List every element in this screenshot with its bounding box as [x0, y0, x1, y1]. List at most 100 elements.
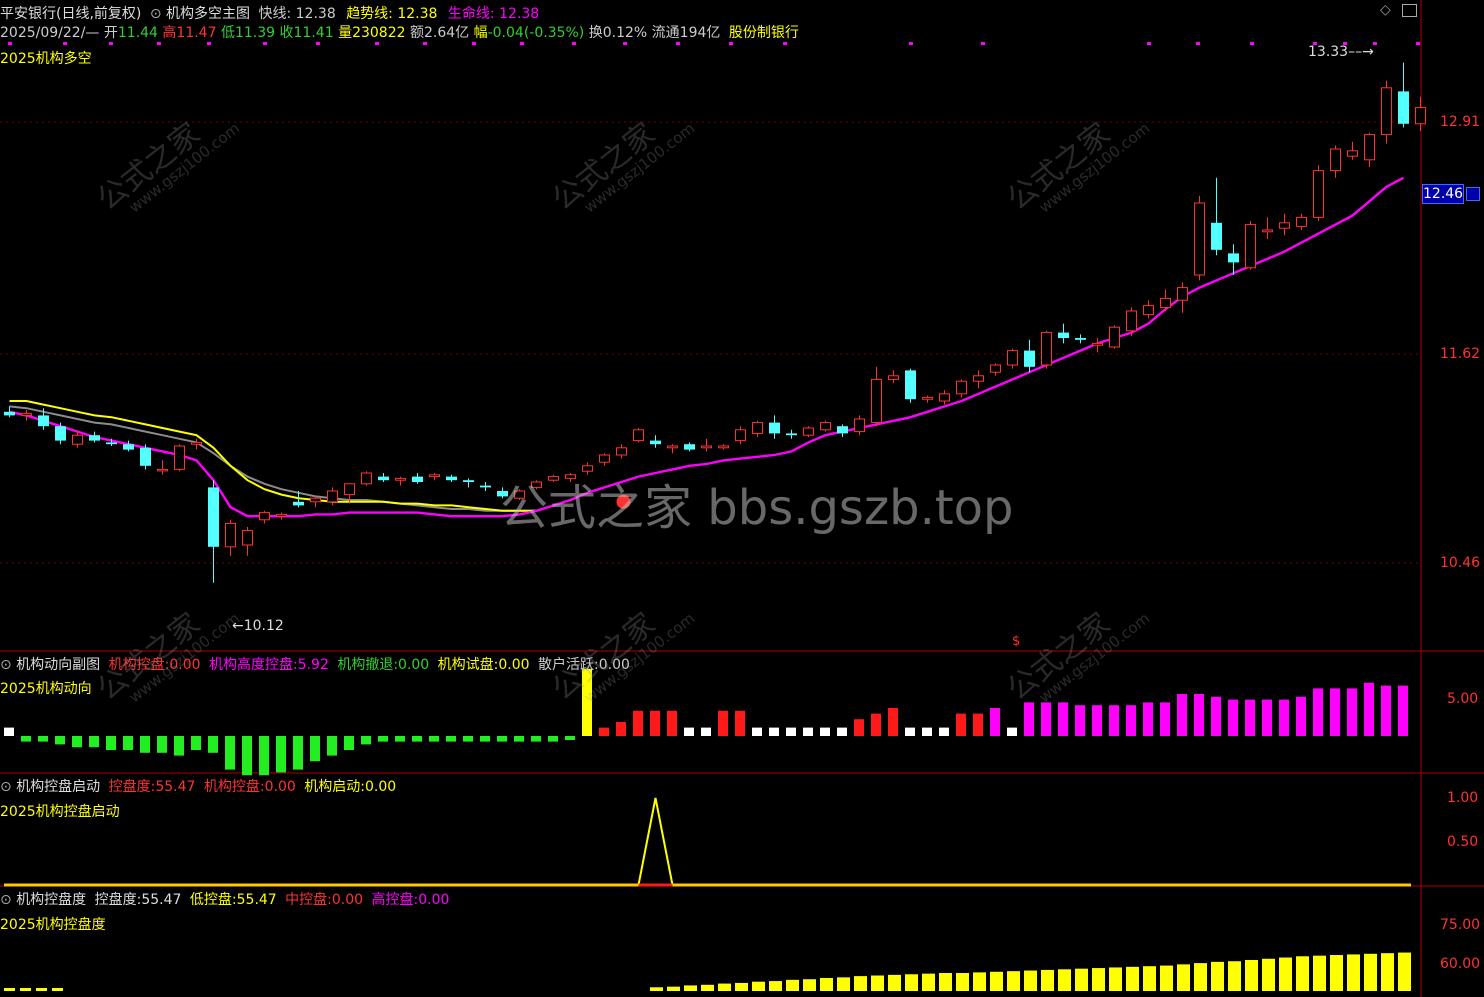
sub1-i2-label: 机构高度控盘: — [208, 657, 298, 673]
candle-down — [446, 476, 457, 481]
sub1-bar — [1245, 699, 1255, 736]
sub3-bar — [1143, 966, 1156, 991]
change-value: -0.04(-0.35%) — [487, 25, 585, 41]
sub1-bar — [786, 727, 796, 736]
sub1-bar — [89, 736, 99, 748]
candle-down — [55, 426, 66, 441]
sub2-title[interactable]: 机构控盘启动 — [16, 779, 100, 795]
close-value: 11.41 — [293, 25, 334, 41]
candle-down — [1075, 338, 1086, 340]
candle-up — [1313, 170, 1324, 218]
candle-up — [633, 429, 644, 442]
sub1-bar — [429, 736, 439, 742]
signal-dot — [472, 42, 476, 45]
sub3-bar — [1160, 965, 1173, 991]
sub3-i1-value: 55.47 — [141, 892, 182, 908]
sub2-formula-name: 2025机构控盘启动 — [0, 804, 120, 820]
sub3-bar — [1194, 963, 1207, 991]
sub1-bar — [497, 736, 507, 742]
sub3-i1-label: 控盘度: — [94, 892, 142, 908]
header-line-1: 平安银行(日线,前复权) ⊙ 机构多空主图 快线: 12.38 趋势线: 12.… — [0, 3, 539, 23]
candle-up — [225, 522, 236, 548]
high-value: 11.47 — [176, 25, 217, 41]
sub3-bar — [990, 971, 1003, 991]
candle-up — [344, 483, 355, 496]
sub3-bar — [1398, 952, 1411, 991]
candle-up — [616, 447, 627, 456]
sub1-bar — [820, 727, 830, 736]
sub3-bar — [1024, 970, 1037, 991]
sub1-bar — [140, 736, 150, 753]
sub1-bar — [412, 736, 422, 742]
candle-down — [89, 435, 100, 441]
candle-up — [157, 468, 168, 472]
sub2-i2-label: 机构控盘: — [203, 779, 265, 795]
trend-line — [9, 405, 537, 512]
sub3-bar — [1296, 956, 1309, 991]
sub1-bar — [752, 727, 762, 736]
fast-label: 快线: — [258, 6, 292, 22]
sub2-tick-1: 1.00 — [1447, 790, 1479, 806]
candle-down — [837, 426, 848, 434]
sub2-i3-value: 0.00 — [364, 779, 397, 795]
signal-dot — [157, 42, 161, 45]
sub1-bar — [905, 727, 915, 736]
panel-toggle-icon[interactable] — [1402, 4, 1417, 17]
sub1-bar — [1007, 727, 1017, 736]
diamond-icon[interactable]: ◇ — [1380, 2, 1391, 18]
signal-dot — [316, 42, 320, 45]
candle-up — [599, 454, 610, 463]
candle-up — [1330, 148, 1341, 172]
open-value: 11.44 — [117, 25, 158, 41]
sub2-dropdown-icon[interactable]: ⊙ — [0, 779, 12, 795]
sub1-bar — [310, 736, 320, 762]
candle-up — [871, 378, 882, 424]
sub1-bar — [650, 710, 660, 736]
sub3-bar — [650, 987, 663, 991]
indicator-name[interactable]: 机构多空主图 — [166, 6, 250, 22]
sub1-header: ⊙ 机构动向副图 机构控盘:0.00 机构高度控盘:5.92 机构撤退:0.00… — [0, 654, 630, 674]
sub3-bar — [1109, 967, 1122, 991]
sub1-i3-value: 0.00 — [398, 657, 430, 673]
candle-up — [1007, 350, 1018, 366]
sub1-dropdown-icon[interactable]: ⊙ — [0, 657, 12, 673]
sub1-bar — [1092, 705, 1102, 736]
sub3-i4-value: 0.00 — [418, 892, 450, 908]
sub3-bar — [922, 973, 935, 991]
candle-down — [1228, 253, 1239, 263]
sub1-title[interactable]: 机构动向副图 — [16, 657, 100, 673]
sub3-bar — [718, 983, 731, 991]
sub1-bar — [344, 736, 354, 750]
sub1-bar — [684, 727, 694, 736]
candle-up — [72, 434, 83, 445]
candle-up — [1177, 287, 1188, 301]
sub1-bar — [395, 736, 405, 742]
signal-dot — [572, 42, 576, 45]
sub1-bar — [803, 727, 813, 736]
candle-up — [888, 375, 899, 380]
candle-up — [429, 474, 440, 478]
stock-name[interactable]: 平安银行(日线,前复权) — [0, 6, 141, 22]
float-value: 194亿 — [679, 25, 721, 41]
candle-down — [650, 440, 661, 445]
indicator-dropdown-icon[interactable]: ⊙ — [150, 6, 162, 22]
sub1-bar — [599, 727, 609, 736]
low-value: 11.39 — [234, 25, 276, 41]
sub1-bar — [718, 710, 728, 736]
watermark-text: 公式之家 bbs.gszb.top — [500, 480, 1014, 536]
current-price-badge: 12.46 — [1422, 184, 1464, 204]
low-note-value: 10.12 — [243, 618, 284, 634]
sub1-bar — [276, 736, 286, 773]
candle-down — [769, 422, 780, 434]
candle-up — [854, 418, 865, 433]
sub3-i3-value: 0.00 — [331, 892, 364, 908]
sub3-dropdown-icon[interactable]: ⊙ — [0, 892, 12, 908]
sub3-bar — [52, 988, 63, 991]
sub3-title[interactable]: 机构控盘度 — [16, 892, 86, 908]
candle-up — [242, 530, 253, 546]
current-price-marker — [1466, 187, 1480, 201]
sub1-bar — [990, 708, 1000, 736]
sub3-bar — [1330, 955, 1343, 991]
sub1-bar — [616, 722, 626, 736]
candle-down — [480, 485, 491, 488]
